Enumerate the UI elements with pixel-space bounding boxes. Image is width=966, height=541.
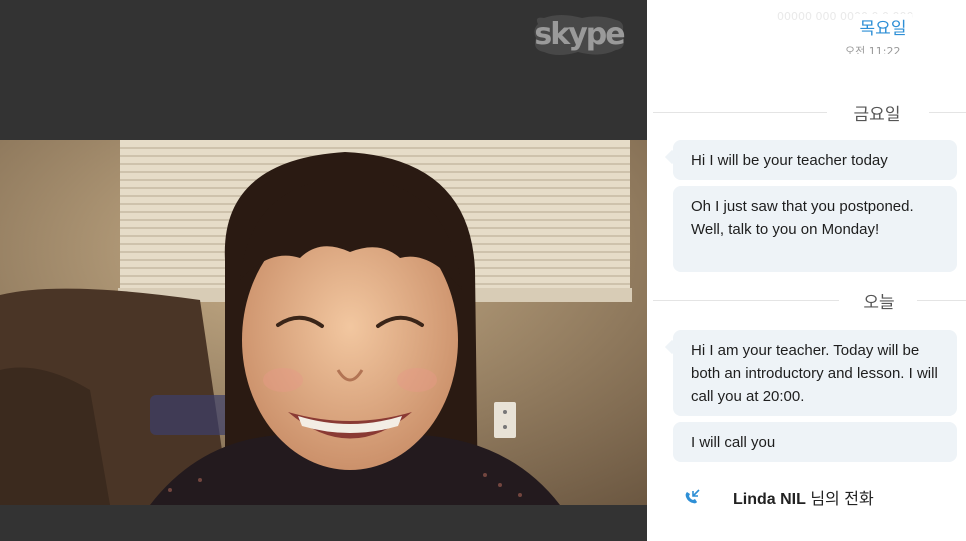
day-separator-thursday: 목요일 (653, 14, 966, 39)
day-label-today: 오늘 (857, 288, 901, 313)
chat-panel: 00000 000 0000 0 0 000 목요일 오전 11:22 금요일 … (647, 0, 966, 541)
message-bubble[interactable]: Oh I just saw that you postponed. Well, … (673, 186, 957, 272)
message-timestamp: 오전 11:22 (845, 45, 901, 54)
skype-logo: skype (530, 14, 628, 58)
skype-logo-text: skype (534, 17, 624, 52)
incoming-call-icon (685, 489, 700, 504)
bubble-tail (664, 149, 680, 165)
separator-line (917, 300, 966, 301)
separator-line (653, 112, 827, 113)
separator-line (653, 300, 839, 301)
incoming-call-notice[interactable]: Linda NIL 님의 전화 (683, 484, 874, 510)
day-label-friday: 금요일 (847, 100, 907, 125)
video-bottom-bar (0, 505, 647, 541)
message-text: I will call you (691, 434, 776, 451)
day-label-thursday: 목요일 (853, 14, 913, 39)
message-text: Hi I will be your teacher today (691, 152, 888, 169)
separator-line (929, 112, 966, 113)
day-separator-friday: 금요일 (653, 100, 966, 125)
remote-video-feed[interactable] (0, 140, 647, 505)
bubble-tail (664, 339, 680, 355)
call-suffix: 님의 전화 (805, 491, 874, 508)
message-text: Hi I am your teacher. Today will be both… (691, 342, 938, 405)
day-separator-today: 오늘 (653, 288, 966, 313)
video-area: skype (0, 0, 647, 541)
caller-name: Linda NIL (733, 491, 806, 508)
message-text: Oh I just saw that you postponed. Well, … (691, 198, 914, 238)
message-bubble[interactable]: Hi I will be your teacher today (664, 140, 957, 180)
message-bubble[interactable]: Hi I am your teacher. Today will be both… (664, 330, 957, 416)
message-bubble[interactable]: I will call you (673, 422, 957, 462)
call-text: Linda NIL 님의 전화 (733, 485, 874, 509)
